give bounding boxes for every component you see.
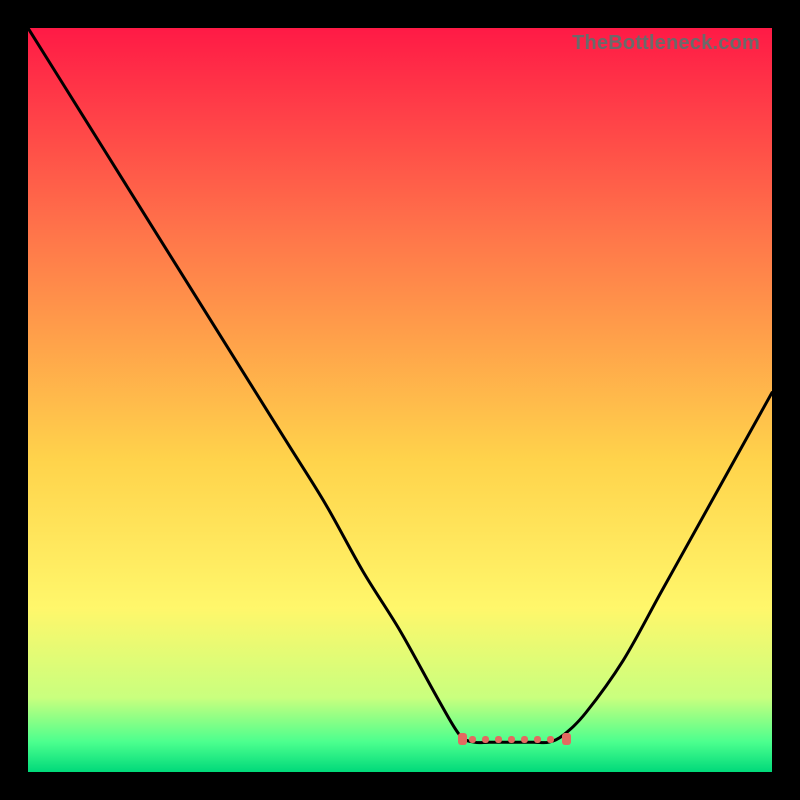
bottleneck-curve [28,28,772,772]
trough-dash [469,736,476,743]
watermark-text: TheBottleneck.com [572,32,760,55]
trough-dash [482,736,489,743]
trough-dash [534,736,541,743]
trough-end-marker [562,733,571,745]
trough-end-marker [458,733,467,745]
trough-dash [495,736,502,743]
trough-dash [508,736,515,743]
chart-frame: TheBottleneck.com [0,0,800,800]
plot-area: TheBottleneck.com [28,28,772,772]
trough-dash [521,736,528,743]
trough-dash [547,736,554,743]
